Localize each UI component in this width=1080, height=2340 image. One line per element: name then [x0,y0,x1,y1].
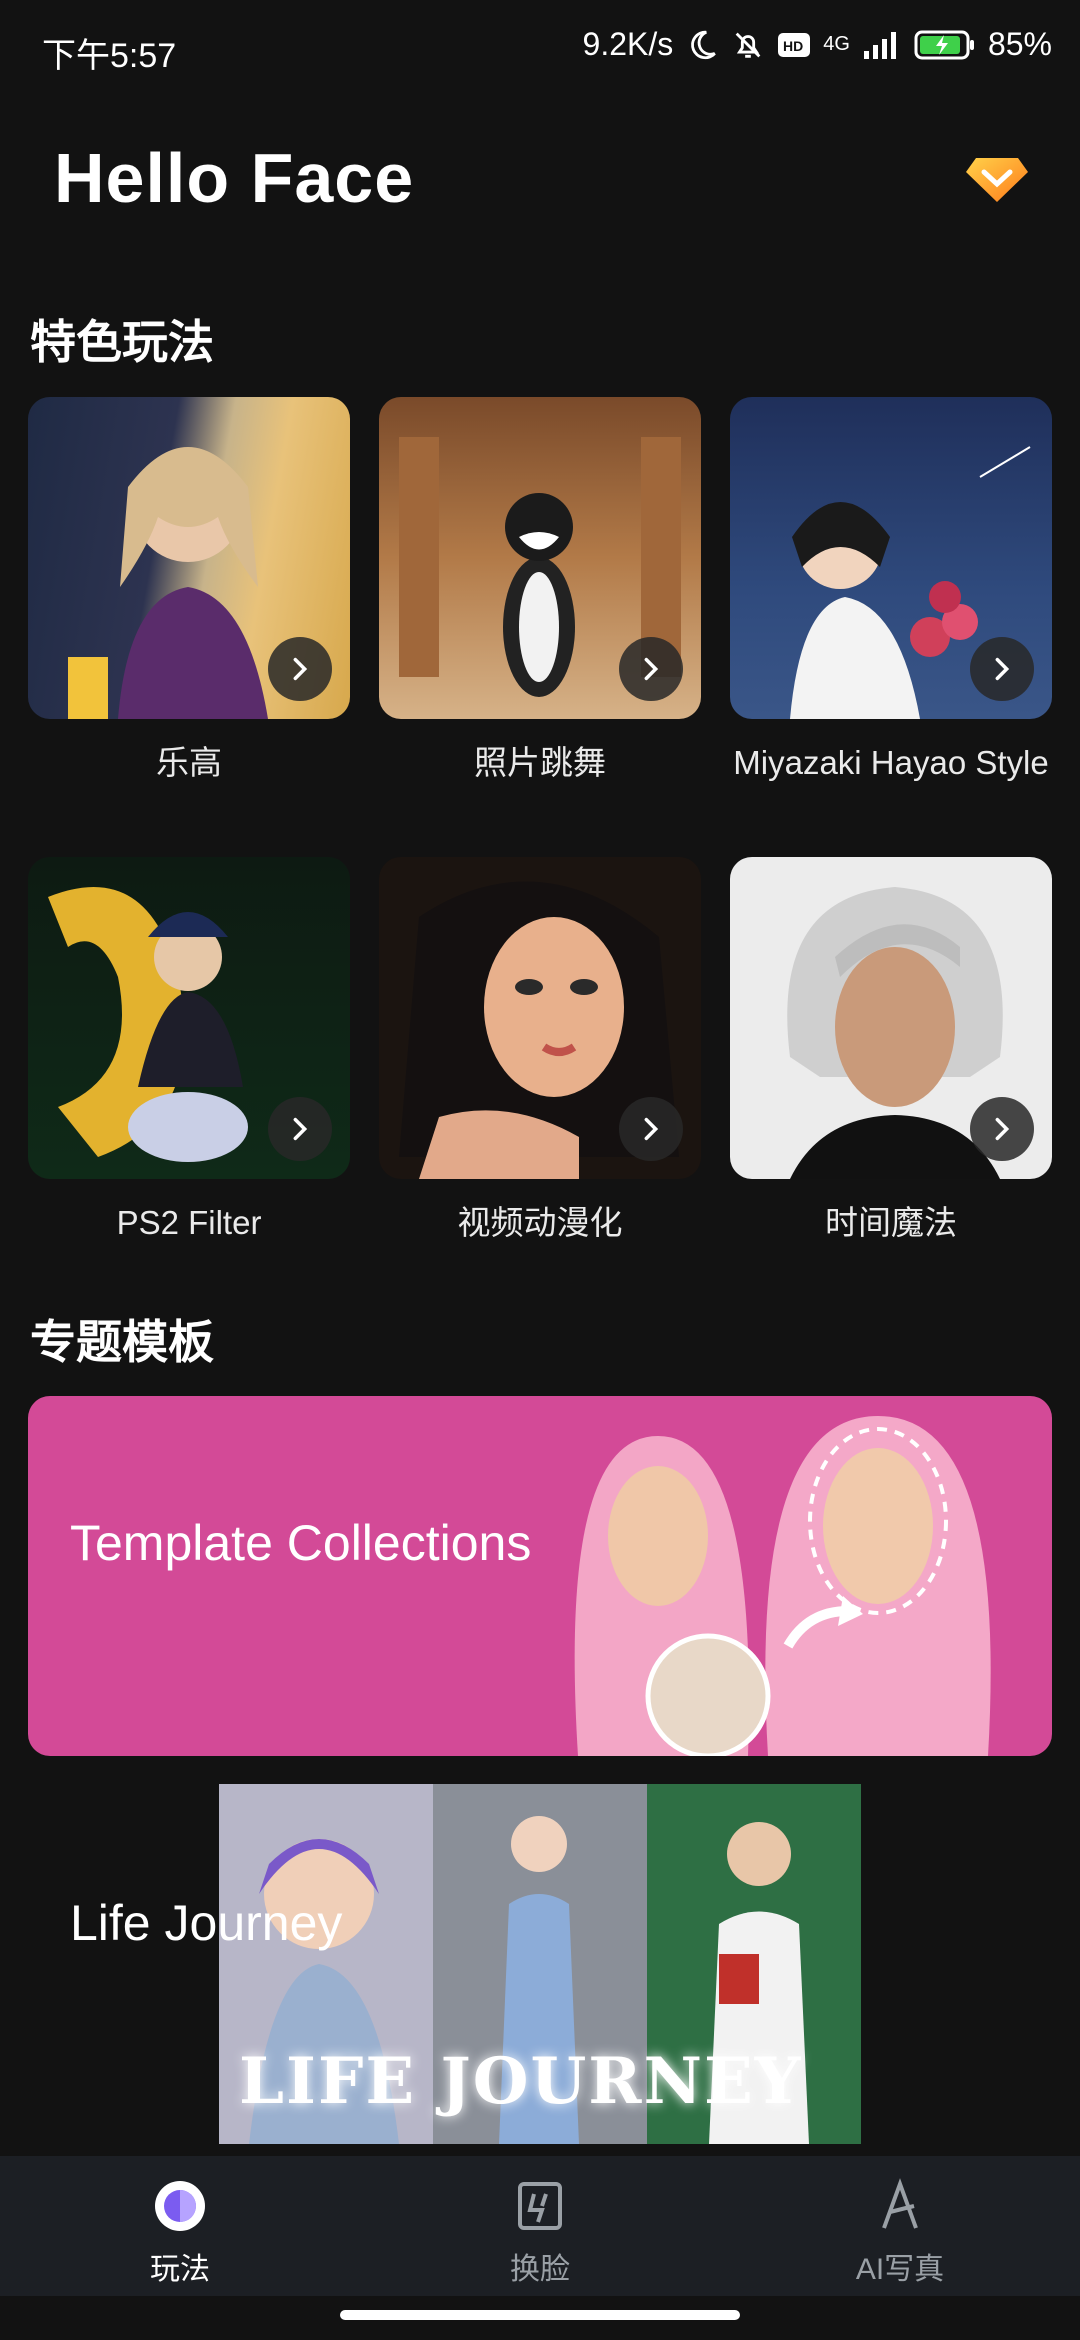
nav-label: 换脸 [510,2253,570,2286]
nav-label: 玩法 [150,2253,210,2286]
life-journey-collage: LIFE JOURNEY [219,1784,861,2144]
feature-label: PS2 Filter [116,1204,262,1241]
feature-card-miyazaki[interactable]: Miyazaki Hayao Style [730,397,1052,785]
feature-card-lego[interactable]: 乐高 [28,397,350,785]
nav-label: AI写真 [855,2253,945,2286]
feature-thumbnail [730,397,1052,719]
chevron-right-icon[interactable] [268,1097,332,1161]
feature-thumbnail [730,857,1052,1179]
status-bar: 下午5:57 9.2K/s HD 4G 85% [0,0,1080,96]
bottom-nav: 玩法 换脸 AI写真 [0,2156,1080,2296]
banner-title: Template Collections [70,1515,532,1571]
feature-label: 照片跳舞 [474,744,606,781]
banner-title: Life Journey [70,1895,343,1951]
feature-label: 视频动漫化 [457,1204,623,1241]
svg-text:HD: HD [783,38,803,54]
nav-tab-play[interactable]: 玩法 [80,2176,280,2288]
chevron-right-icon[interactable] [268,637,332,701]
life-journey-banner[interactable]: Life Journey LIFE JOURNEY [0,1784,1080,2144]
face-swap-icon [518,2182,562,2230]
feature-thumbnail [379,397,701,719]
bell-muted-icon [735,32,761,58]
battery-icon [914,30,974,59]
feature-label: Miyazaki Hayao Style [733,744,1049,781]
moon-icon [691,30,717,59]
signal-icon [863,31,896,59]
home-indicator[interactable] [340,2310,740,2320]
feature-label: 乐高 [156,744,222,781]
network-type: 4G [823,33,850,55]
feature-label: 时间魔法 [825,1204,957,1241]
app-title: Hello Face [54,139,415,217]
template-collections-banner[interactable]: Template Collections [28,1396,1052,1756]
feature-card-time-magic[interactable]: 时间魔法 [730,857,1052,1245]
feature-thumbnail [379,857,701,1179]
network-speed: 9.2K/s [582,26,674,62]
status-icons: 9.2K/s HD 4G 85% [583,26,1052,63]
features-section-title: 特色玩法 [30,316,214,368]
feature-card-photo-dance[interactable]: 照片跳舞 [379,397,701,785]
chevron-right-icon[interactable] [970,637,1034,701]
feature-thumbnail [28,857,350,1179]
templates-section-title: 专题模板 [30,1316,214,1368]
diamond-icon[interactable] [962,140,1032,210]
status-time: 下午5:57 [42,37,177,75]
ai-portrait-icon [882,2178,918,2229]
chevron-right-icon[interactable] [619,1097,683,1161]
battery-percent: 85% [987,26,1052,62]
feature-thumbnail [28,397,350,719]
chevron-right-icon[interactable] [970,1097,1034,1161]
feature-card-video-anime[interactable]: 视频动漫化 [379,857,701,1245]
life-journey-art-text: LIFE JOURNEY [239,2044,803,2119]
feature-card-ps2-filter[interactable]: PS2 Filter [28,857,350,1245]
nav-tab-face-swap[interactable]: 换脸 [440,2176,640,2288]
chevron-right-icon[interactable] [619,637,683,701]
app-header: Hello Face [0,110,1080,240]
play-icon [155,2181,205,2231]
pink-hair-portraits [574,1416,991,1756]
nav-tab-ai-portrait[interactable]: AI写真 [800,2176,1000,2288]
hd-icon: HD [778,32,811,57]
